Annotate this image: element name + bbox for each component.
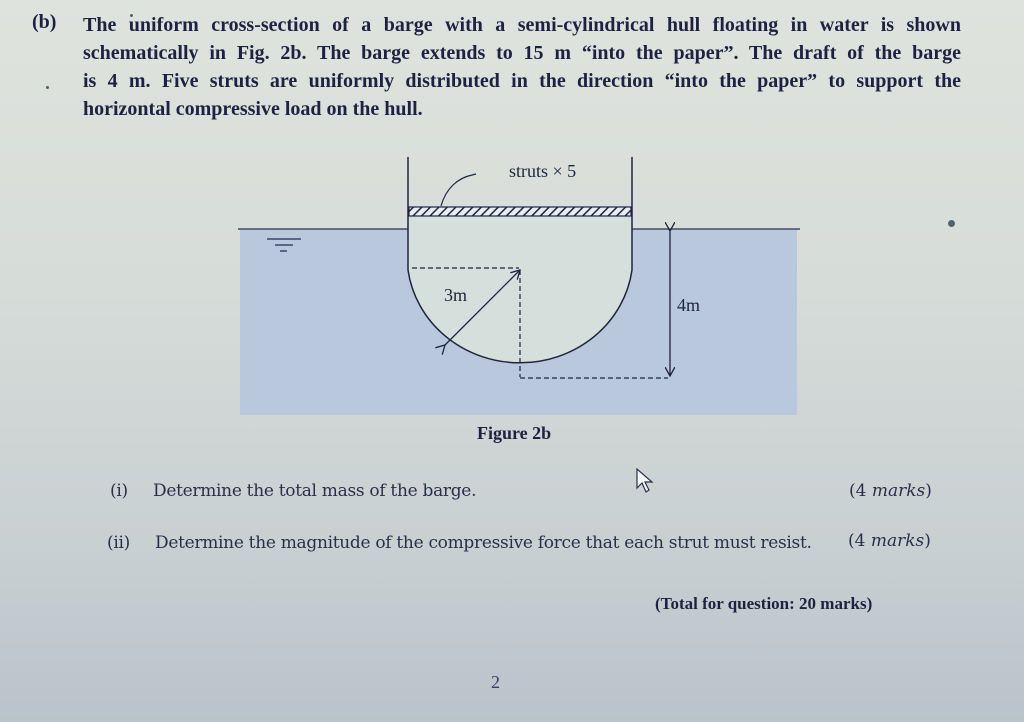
marks-label: (4 marks) bbox=[849, 481, 932, 501]
paper-speck bbox=[948, 220, 955, 227]
marks-word: marks bbox=[871, 481, 926, 501]
marks-label: (4 marks) bbox=[848, 531, 931, 551]
radius-label: 3m bbox=[444, 285, 467, 305]
struts-leader-line bbox=[440, 173, 477, 207]
struts-label: struts × 5 bbox=[509, 161, 576, 181]
total-marks: (Total for question: 20 marks) bbox=[655, 594, 873, 613]
subquestion-number: (ii) bbox=[107, 533, 130, 553]
page-number: 2 bbox=[491, 672, 500, 692]
subquestion-number: (i) bbox=[110, 481, 128, 501]
marks-num: (4 bbox=[849, 481, 867, 501]
paper-speck bbox=[46, 86, 49, 89]
struts-bar bbox=[408, 206, 632, 217]
marks-num: (4 bbox=[848, 531, 866, 551]
subquestion-text: Determine the total mass of the barge. bbox=[153, 481, 477, 501]
marks-word: marks bbox=[870, 531, 925, 551]
draft-label: 4m bbox=[677, 295, 700, 315]
marks-close: ) bbox=[924, 531, 931, 551]
figure-caption: Figure 2b bbox=[477, 423, 552, 443]
marks-close: ) bbox=[925, 481, 932, 501]
subquestion-text: Determine the magnitude of the compressi… bbox=[155, 533, 812, 553]
paper-speck bbox=[130, 14, 133, 17]
mouse-pointer-icon bbox=[636, 468, 654, 493]
